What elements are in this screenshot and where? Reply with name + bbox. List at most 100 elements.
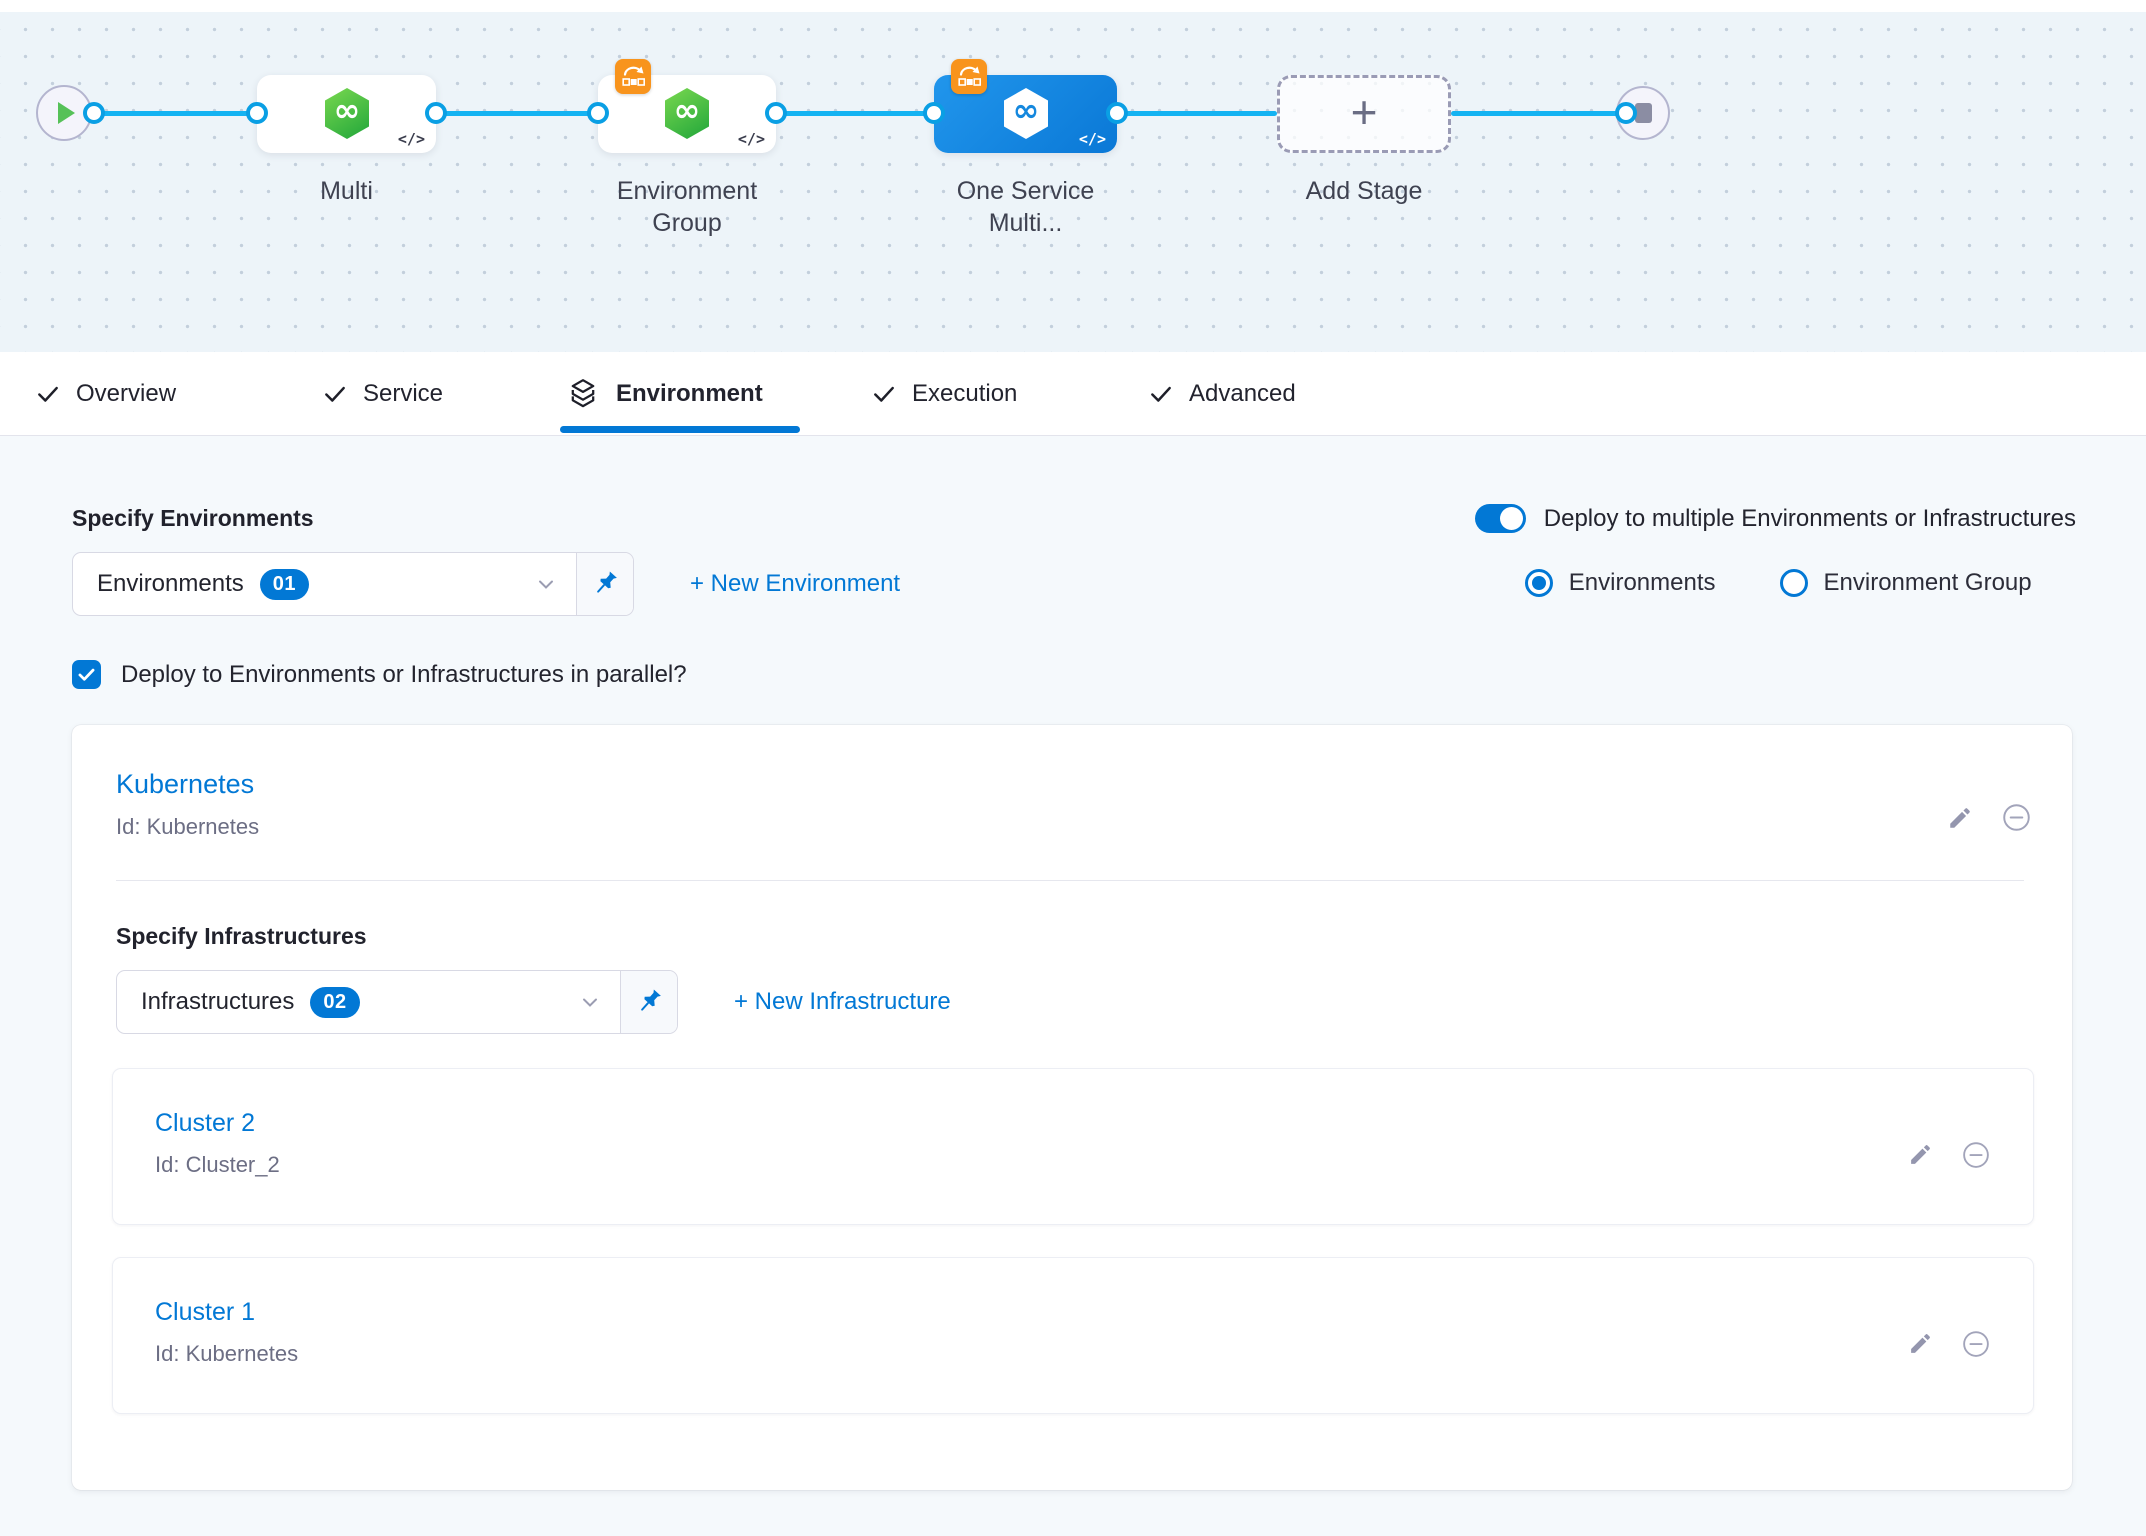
tab-overview[interactable]: Overview bbox=[35, 352, 176, 435]
environment-info: Kubernetes Id: Kubernetes bbox=[116, 769, 259, 840]
connector-port bbox=[1615, 102, 1637, 124]
pipeline-edge bbox=[94, 111, 257, 116]
specify-infrastructures-heading: Specify Infrastructures bbox=[116, 923, 2072, 950]
pipeline-edge bbox=[1117, 111, 1277, 116]
stage-label: Environment Group bbox=[598, 175, 776, 239]
infrastructure-name-link[interactable]: Cluster 2 bbox=[155, 1109, 280, 1138]
multi-deploy-toggle[interactable] bbox=[1475, 504, 1526, 533]
infrastructure-id: Id: Cluster_2 bbox=[155, 1152, 280, 1178]
pipeline-edge bbox=[776, 111, 934, 116]
connector-port bbox=[923, 102, 945, 124]
remove-minus-button[interactable] bbox=[1961, 1329, 1991, 1359]
environment-name-link[interactable]: Kubernetes bbox=[116, 769, 259, 800]
edit-pencil-button[interactable] bbox=[1908, 1142, 1933, 1167]
pipeline-canvas: ∞ </> Multi ∞ bbox=[0, 12, 2146, 352]
stop-icon bbox=[1635, 103, 1652, 123]
connector-port bbox=[1106, 102, 1128, 124]
remove-minus-button[interactable] bbox=[2001, 802, 2032, 833]
check-icon bbox=[322, 381, 348, 407]
plus-icon: + bbox=[1351, 89, 1378, 135]
pipeline-edge bbox=[1451, 111, 1637, 116]
stage-label: One Service Multi... bbox=[934, 175, 1117, 239]
svg-text:∞: ∞ bbox=[674, 91, 701, 129]
check-icon bbox=[871, 381, 897, 407]
pipeline-edge bbox=[436, 111, 598, 116]
chevron-down-icon bbox=[534, 572, 558, 596]
pencil-icon bbox=[1947, 805, 1973, 831]
add-stage-label: Add Stage bbox=[1277, 175, 1451, 207]
minus-circle-icon bbox=[2001, 802, 2032, 833]
yaml-code-icon: </> bbox=[1079, 130, 1106, 148]
pin-button[interactable] bbox=[576, 553, 633, 615]
infrastructure-id: Id: Kubernetes bbox=[155, 1341, 298, 1367]
tab-execution[interactable]: Execution bbox=[871, 352, 1017, 435]
pushpin-icon bbox=[634, 987, 664, 1017]
environment-id: Id: Kubernetes bbox=[116, 814, 259, 840]
environment-card-kubernetes: Kubernetes Id: Kubernetes Specify Infras… bbox=[72, 725, 2072, 1490]
edit-pencil-button[interactable] bbox=[1908, 1331, 1933, 1356]
connector-port bbox=[83, 102, 105, 124]
multi-deploy-options: Deploy to multiple Environments or Infra… bbox=[1475, 504, 2076, 597]
harness-cd-icon: ∞ bbox=[323, 87, 371, 145]
pipeline-stage-page: ∞ </> Multi ∞ bbox=[0, 0, 2146, 1536]
pushpin-icon bbox=[590, 569, 620, 599]
new-infrastructure-link[interactable]: + New Infrastructure bbox=[734, 988, 951, 1016]
stage-card-one-service-multi[interactable]: ∞ </> bbox=[934, 75, 1117, 153]
environment-layers-icon bbox=[565, 376, 601, 412]
tab-label: Service bbox=[363, 380, 443, 408]
infrastructure-card-cluster-2: Cluster 2 Id: Cluster_2 bbox=[112, 1068, 2034, 1225]
infrastructures-select-value[interactable]: Infrastructures 02 bbox=[117, 971, 620, 1033]
connector-port bbox=[765, 102, 787, 124]
connector-port bbox=[425, 102, 447, 124]
check-icon bbox=[35, 381, 61, 407]
multi-deploy-loop-badge-icon bbox=[951, 59, 987, 94]
stage-label: Multi bbox=[257, 175, 436, 207]
infrastructure-name-link[interactable]: Cluster 1 bbox=[155, 1298, 298, 1327]
tab-label: Execution bbox=[912, 380, 1017, 408]
pencil-icon bbox=[1908, 1142, 1933, 1167]
infrastructures-select: Infrastructures 02 bbox=[116, 970, 678, 1034]
new-environment-link[interactable]: + New Environment bbox=[690, 570, 900, 598]
environments-select: Environments 01 bbox=[72, 552, 634, 616]
tab-environment[interactable]: Environment bbox=[565, 352, 763, 435]
minus-circle-icon bbox=[1961, 1329, 1991, 1359]
environments-select-value[interactable]: Environments 01 bbox=[73, 553, 576, 615]
yaml-code-icon: </> bbox=[398, 130, 425, 148]
add-stage-button[interactable]: + bbox=[1277, 75, 1451, 153]
svg-text:∞: ∞ bbox=[333, 91, 360, 129]
tab-label: Advanced bbox=[1189, 380, 1296, 408]
yaml-code-icon: </> bbox=[738, 130, 765, 148]
connector-port bbox=[246, 102, 268, 124]
minus-circle-icon bbox=[1961, 1140, 1991, 1170]
infrastructure-info: Cluster 2 Id: Cluster_2 bbox=[155, 1109, 280, 1178]
deploy-parallel-checkbox[interactable] bbox=[72, 660, 101, 689]
pin-button[interactable] bbox=[620, 971, 677, 1033]
tab-label: Overview bbox=[76, 380, 176, 408]
active-tab-underline bbox=[560, 426, 800, 433]
stage-card-multi[interactable]: ∞ </> bbox=[257, 75, 436, 153]
radio-environment-group-label: Environment Group bbox=[1824, 569, 2032, 597]
select-value-label: Infrastructures bbox=[141, 988, 294, 1016]
multi-deploy-loop-badge-icon bbox=[615, 59, 651, 94]
edit-pencil-button[interactable] bbox=[1947, 805, 1973, 831]
tab-label: Environment bbox=[616, 380, 763, 408]
stage-tabs-bar: Overview Service Environment Execution bbox=[0, 352, 2146, 436]
play-icon bbox=[58, 102, 75, 124]
remove-minus-button[interactable] bbox=[1961, 1140, 1991, 1170]
check-icon bbox=[1148, 381, 1174, 407]
harness-cd-icon: ∞ bbox=[1002, 87, 1050, 145]
tab-advanced[interactable]: Advanced bbox=[1148, 352, 1296, 435]
tab-service[interactable]: Service bbox=[322, 352, 443, 435]
radio-environments-label: Environments bbox=[1569, 569, 1716, 597]
svg-text:∞: ∞ bbox=[1012, 91, 1039, 129]
stage-card-environment-group[interactable]: ∞ </> bbox=[598, 75, 776, 153]
pencil-icon bbox=[1908, 1331, 1933, 1356]
check-icon bbox=[76, 664, 97, 685]
radio-environments[interactable] bbox=[1525, 569, 1553, 597]
multi-deploy-toggle-label: Deploy to multiple Environments or Infra… bbox=[1544, 505, 2076, 533]
harness-cd-icon: ∞ bbox=[663, 87, 711, 145]
radio-environment-group[interactable] bbox=[1780, 569, 1808, 597]
connector-port bbox=[587, 102, 609, 124]
infrastructure-info: Cluster 1 Id: Kubernetes bbox=[155, 1298, 298, 1367]
select-value-label: Environments bbox=[97, 570, 244, 598]
